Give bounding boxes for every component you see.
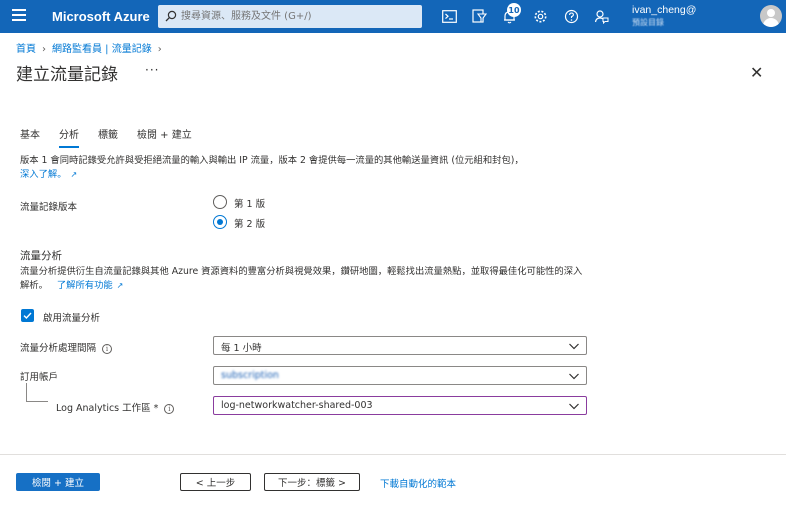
enable-traffic-analytics-checkbox[interactable]: [21, 309, 34, 322]
workspace-label-text: Log Analytics 工作區 *: [56, 403, 159, 414]
search-input[interactable]: [178, 5, 418, 28]
notification-count-badge: 10: [507, 3, 521, 17]
radio-version-1[interactable]: [213, 195, 227, 209]
workspace-dropdown[interactable]: log-networkwatcher-shared-003: [213, 396, 587, 415]
radio-version-1-label: 第 1 版: [234, 199, 266, 210]
subscription-dropdown[interactable]: subscription: [213, 366, 587, 385]
interval-label: 流量分析處理間隔 i: [20, 340, 113, 354]
chevron-right-icon: ›: [42, 44, 46, 55]
learn-all-features-link[interactable]: 了解所有功能: [57, 280, 113, 291]
feedback-icon[interactable]: [592, 7, 610, 25]
tab-tags[interactable]: 標籤: [98, 126, 118, 148]
subscription-dropdown-value: subscription: [221, 370, 279, 381]
radio-version-2-label: 第 2 版: [234, 219, 266, 230]
chevron-down-icon: [569, 343, 579, 350]
breadcrumb-parent-link[interactable]: 網路監看員 | 流量記錄: [52, 44, 152, 55]
user-account-name[interactable]: ivan_cheng@: [632, 4, 696, 16]
chevron-right-icon: ›: [157, 44, 162, 55]
version-description-text: 版本 1 會同時記錄受允許與受拒絕流量的輸入與輸出 IP 流量，版本 2 會提供…: [20, 155, 524, 166]
checkmark-icon: [23, 312, 32, 320]
workspace-label: Log Analytics 工作區 * i: [56, 400, 175, 414]
traffic-analytics-heading: 流量分析: [20, 250, 62, 262]
user-directory-name: 預設目錄: [632, 18, 664, 27]
tab-bar: 基本 分析 標籤 檢閱 + 建立: [20, 126, 211, 148]
tree-connector-vertical: [26, 383, 27, 401]
traffic-analytics-description: 流量分析提供衍生自流量記錄與其他 Azure 資源資料的豐富分析與視覺效果，鑽研…: [20, 265, 585, 293]
avatar[interactable]: [760, 5, 782, 27]
tab-analytics[interactable]: 分析: [59, 126, 79, 148]
directory-filter-icon[interactable]: [470, 7, 488, 25]
cloud-shell-icon[interactable]: [440, 7, 458, 25]
interval-label-text: 流量分析處理間隔: [20, 343, 97, 354]
flow-log-version-label: 流量記錄版本: [20, 202, 78, 213]
top-bar: Microsoft Azure 10 ivan_cheng@ 預設目錄: [0, 0, 786, 33]
radio-version-2[interactable]: [213, 215, 227, 229]
interval-dropdown-value: 每 1 小時: [221, 343, 262, 354]
subscription-label: 訂用帳戶: [20, 372, 59, 383]
info-icon[interactable]: i: [102, 343, 113, 354]
more-options-button[interactable]: ···: [145, 63, 159, 77]
workspace-dropdown-value: log-networkwatcher-shared-003: [221, 400, 373, 411]
help-question-icon[interactable]: [562, 7, 580, 25]
chevron-down-icon: [569, 373, 579, 380]
learn-more-link[interactable]: 深入了解。: [20, 169, 67, 180]
download-template-link[interactable]: 下載自動化的範本: [380, 476, 456, 490]
previous-button[interactable]: < 上一步: [180, 473, 251, 491]
enable-traffic-analytics-label: 啟用流量分析: [43, 313, 101, 324]
interval-dropdown[interactable]: 每 1 小時: [213, 336, 587, 355]
brand-title[interactable]: Microsoft Azure: [52, 9, 150, 24]
tab-basics[interactable]: 基本: [20, 126, 40, 148]
chevron-down-icon: [569, 403, 579, 410]
external-link-icon: ↗: [70, 170, 78, 179]
external-link-icon: ↗: [116, 281, 124, 290]
info-icon[interactable]: i: [164, 403, 175, 414]
tab-review-create[interactable]: 檢閱 + 建立: [137, 126, 192, 148]
settings-gear-icon[interactable]: [531, 7, 549, 25]
hamburger-menu-icon[interactable]: [12, 9, 26, 23]
version-description: 版本 1 會同時記錄受允許與受拒絕流量的輸入與輸出 IP 流量，版本 2 會提供…: [20, 154, 580, 182]
next-tags-button[interactable]: 下一步：標籤 >: [264, 473, 360, 491]
breadcrumb-home-link[interactable]: 首頁: [16, 44, 36, 55]
search-icon: [165, 10, 177, 22]
tree-connector-horizontal: [26, 401, 48, 402]
global-search[interactable]: [158, 5, 422, 28]
footer-divider: [0, 454, 786, 455]
close-icon[interactable]: ✕: [750, 63, 763, 82]
breadcrumb: 首頁 › 網路監看員 | 流量記錄 ›: [16, 40, 168, 55]
page-title: 建立流量記錄: [16, 65, 118, 85]
review-create-button[interactable]: 檢閱 + 建立: [16, 473, 100, 491]
